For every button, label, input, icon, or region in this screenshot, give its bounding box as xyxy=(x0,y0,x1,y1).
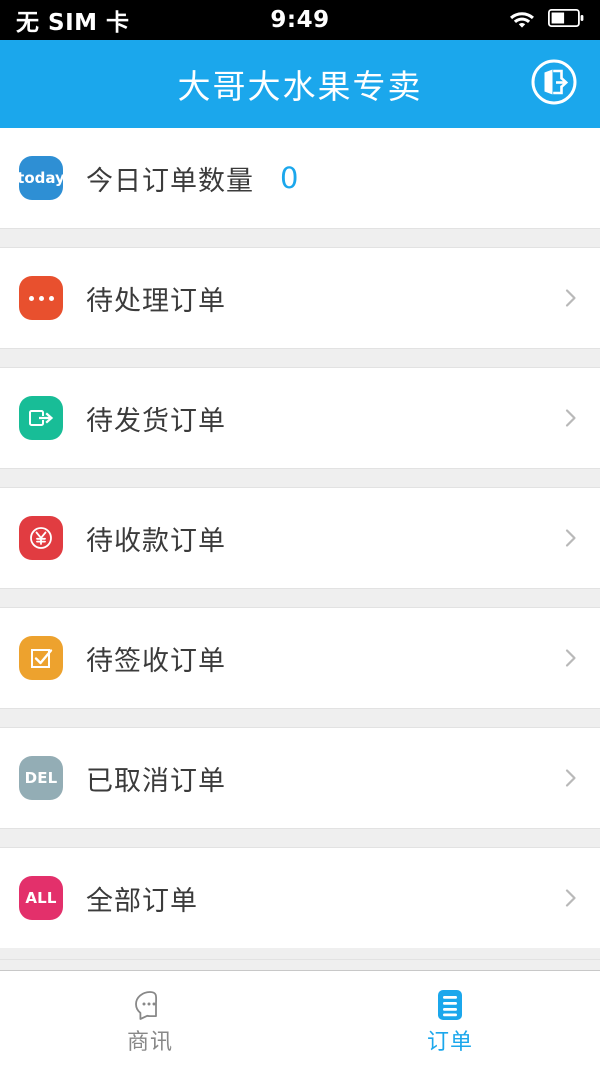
chevron-right-icon xyxy=(560,527,582,549)
all-badge-icon: ALL xyxy=(19,876,63,920)
list-item-cancelled-orders[interactable]: DEL 已取消订单 xyxy=(0,728,600,828)
list-separator xyxy=(0,828,600,848)
tab-label: 商讯 xyxy=(126,1030,173,1055)
list-item-all-orders[interactable]: ALL 全部订单 xyxy=(0,848,600,948)
list-item-to-ship-orders[interactable]: 待发货订单 xyxy=(0,368,600,468)
list-separator xyxy=(0,588,600,608)
chevron-right-icon xyxy=(560,287,582,309)
status-bar: 无 SIM 卡 9:49 xyxy=(0,0,600,40)
order-list: today 今日订单数量 0 待处理订单 待发货订单 待收款订单 待签收订单 D… xyxy=(0,128,600,959)
tab-label: 订单 xyxy=(426,1030,473,1055)
list-item-label: 待发货订单 xyxy=(86,405,226,437)
chevron-right-icon xyxy=(560,647,582,669)
chevron-right-icon xyxy=(560,887,582,909)
chat-bubble-icon xyxy=(129,984,171,1026)
today-order-count-value: 0 xyxy=(280,161,299,195)
app-header: 大哥大水果专卖 xyxy=(0,40,600,128)
wifi-icon xyxy=(508,8,536,32)
today-badge-icon: today xyxy=(19,156,63,200)
yuan-coin-icon xyxy=(19,516,63,560)
chevron-right-icon xyxy=(560,767,582,789)
list-item-label: 待处理订单 xyxy=(86,285,226,317)
logout-icon xyxy=(529,57,579,111)
delete-badge-icon: DEL xyxy=(19,756,63,800)
list-item-today-order-count[interactable]: today 今日订单数量 0 xyxy=(0,128,600,228)
list-separator xyxy=(0,708,600,728)
list-item-label: 待收款订单 xyxy=(86,525,226,557)
list-item-label: 今日订单数量 xyxy=(86,165,254,197)
tab-news[interactable]: 商讯 xyxy=(0,971,300,1067)
app-screen: 无 SIM 卡 9:49 大哥大水果专卖 today 今日订单数量 0 待处理订… xyxy=(0,0,600,1067)
tab-orders[interactable]: 订单 xyxy=(300,971,600,1067)
list-separator xyxy=(0,468,600,488)
bottom-tab-bar: 商讯 订单 xyxy=(0,970,600,1067)
status-indicators xyxy=(508,8,584,32)
list-separator xyxy=(0,348,600,368)
empty-area xyxy=(0,958,600,970)
list-item-label: 已取消订单 xyxy=(86,765,226,797)
list-item-to-sign-orders[interactable]: 待签收订单 xyxy=(0,608,600,708)
three-dots-icon xyxy=(19,276,63,320)
page-title: 大哥大水果专卖 xyxy=(177,67,423,106)
chevron-right-icon xyxy=(560,407,582,429)
check-box-icon xyxy=(19,636,63,680)
list-item-label: 待签收订单 xyxy=(86,645,226,677)
ship-export-icon xyxy=(19,396,63,440)
list-document-icon xyxy=(429,984,471,1026)
list-item-to-collect-orders[interactable]: 待收款订单 xyxy=(0,488,600,588)
list-separator xyxy=(0,228,600,248)
battery-icon xyxy=(547,8,584,31)
logout-button[interactable] xyxy=(528,58,580,110)
list-item-label: 全部订单 xyxy=(86,885,198,917)
list-item-pending-orders[interactable]: 待处理订单 xyxy=(0,248,600,348)
